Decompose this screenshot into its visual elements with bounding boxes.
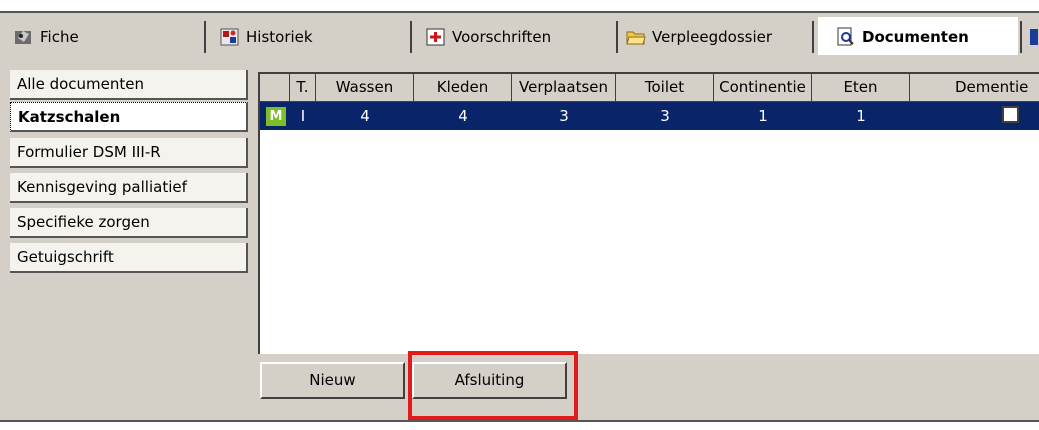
sidebar-item-kennisgeving-palliatief[interactable]: Kennisgeving palliatief [10,173,248,203]
tab-historiek[interactable]: Historiek [206,21,412,53]
tab-voorschriften[interactable]: Voorschriften [412,21,618,53]
folder-icon [626,28,646,46]
tab-overflow-icon [1030,29,1038,45]
m-badge-icon: M [266,107,286,126]
column-header-type[interactable]: T. [290,74,316,102]
tab-fiche[interactable]: Fiche [0,21,206,53]
tab-label: Voorschriften [452,28,552,46]
tab-overflow[interactable] [1020,21,1039,53]
cell-toilet: 3 [660,107,670,125]
column-header-wassen[interactable]: Wassen [316,74,414,102]
header-indicator [260,74,290,102]
sidebar-item-specifieke-zorgen[interactable]: Specifieke zorgen [10,208,248,238]
dementie-checkbox[interactable] [1002,106,1019,123]
fiche-icon [14,28,34,46]
historiek-icon [220,28,240,46]
sidebar-item-alle-documenten[interactable]: Alle documenten [10,70,248,100]
sidebar-item-label: Kennisgeving palliatief [17,178,187,196]
cell-wassen: 4 [360,107,370,125]
bottom-divider [0,420,1039,422]
column-header-kleden[interactable]: Kleden [414,74,512,102]
column-header-toilet[interactable]: Toilet [616,74,714,102]
table-row[interactable]: M I 4 4 3 3 1 1 [260,102,1039,130]
column-header-continentie[interactable]: Continentie [714,74,812,102]
nieuw-button[interactable]: Nieuw [260,362,405,399]
cell-eten: 1 [856,107,866,125]
katz-grid[interactable]: T. Wassen Kleden Verplaatsen Toilet Cont… [258,72,1039,354]
column-header-eten[interactable]: Eten [812,74,910,102]
cell-type: I [300,107,306,125]
tab-verpleegdossier[interactable]: Verpleegdossier [618,21,814,53]
column-header-dementie[interactable]: Dementie [910,74,1039,102]
sidebar-item-label: Getuigschrift [17,248,114,266]
sidebar-item-label: Formulier DSM III-R [17,143,161,161]
cell-continentie: 1 [758,107,768,125]
sidebar-item-label: Katzschalen [18,108,121,126]
sidebar-item-formulier-dsm[interactable]: Formulier DSM III-R [10,138,248,168]
tab-label: Verpleegdossier [652,28,773,46]
column-header-verplaatsen[interactable]: Verplaatsen [512,74,616,102]
cell-kleden: 4 [458,107,468,125]
tab-documenten[interactable]: Documenten [818,17,1018,57]
sidebar-item-getuigschrift[interactable]: Getuigschrift [10,243,248,273]
cell-verplaatsen: 3 [559,107,569,125]
sidebar-item-label: Specifieke zorgen [17,213,150,231]
tab-label: Documenten [862,28,969,46]
sidebar-item-label: Alle documenten [17,75,145,93]
tab-bar: Fiche Historiek Voorschriften Verpleegdo… [0,13,1039,57]
magnifier-document-icon [836,27,856,46]
voorschriften-icon [426,28,446,46]
sidebar-item-katzschalen[interactable]: Katzschalen [10,102,248,132]
tab-label: Fiche [40,28,79,46]
tab-label: Historiek [246,28,313,46]
highlight-box [408,351,578,420]
